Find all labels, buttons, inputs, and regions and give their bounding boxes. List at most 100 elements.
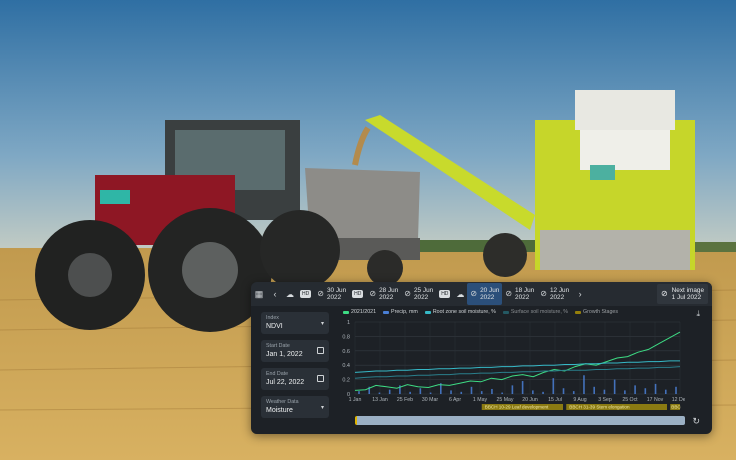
- precip-bar: [552, 378, 555, 394]
- satellite-icon: ⊘: [505, 289, 513, 299]
- index-select[interactable]: Index NDVI ▾: [261, 312, 329, 334]
- precip-bar: [470, 386, 473, 394]
- x-tick-label: 12 Dec: [672, 397, 685, 403]
- legend-item[interactable]: 2021/2021: [343, 309, 376, 315]
- precip-bar: [419, 388, 422, 394]
- precip-bar: [532, 390, 534, 394]
- legend-label: 2021/2021: [351, 309, 377, 315]
- date-day: 30 Jun: [326, 286, 347, 294]
- legend-item[interactable]: Root zone soil moisture, %: [424, 309, 496, 315]
- satellite-monitoring-panel: ▦ ‹ ☁ HD ⊘ 30 Jun 2022 HD ⊘ 28 Jun 2022 ⊘ …: [251, 282, 712, 434]
- legend-label: Surface soil moisture, %: [510, 309, 568, 315]
- chevron-left-icon[interactable]: ‹: [267, 282, 283, 306]
- next-image-date: 1 Jul 2022: [671, 294, 702, 301]
- precip-bar: [429, 392, 432, 394]
- series-line: [354, 331, 681, 391]
- y-tick-label: 0.4: [342, 363, 350, 369]
- weather-data-select[interactable]: Weather Data Moisture ▾: [261, 396, 329, 418]
- image-date-20-jun[interactable]: ⊘ 20 Jun 2022: [467, 283, 503, 305]
- start-date-value: Jan 1, 2022: [266, 351, 303, 358]
- legend-item[interactable]: Growth Stages: [574, 309, 619, 315]
- legend-swatch: [383, 310, 390, 314]
- precip-bar: [644, 388, 647, 394]
- chevron-down-icon: ▾: [320, 405, 324, 411]
- refresh-icon[interactable]: ↻: [692, 416, 700, 427]
- precip-bar: [460, 391, 463, 394]
- legend-item[interactable]: Surface soil moisture, %: [502, 309, 568, 315]
- date-year: 2022: [549, 294, 565, 301]
- precip-bar: [480, 391, 483, 394]
- hd-badge: HD: [300, 290, 312, 298]
- precip-bar: [613, 379, 616, 394]
- y-tick-label: 1: [347, 320, 350, 326]
- legend-label: Growth Stages: [582, 309, 619, 315]
- x-tick-label: 13 Jan: [372, 397, 388, 403]
- precip-bar: [562, 388, 565, 394]
- x-tick-label: 25 May: [496, 397, 513, 403]
- start-date-field[interactable]: Start Date Jan 1, 2022: [261, 340, 329, 362]
- precip-bar: [634, 385, 636, 394]
- date-year: 2022: [379, 294, 394, 301]
- image-date-30-jun[interactable]: ⊘ 30 Jun 2022: [314, 283, 349, 305]
- image-date-25-jun[interactable]: ⊘ 25 Jun 2022: [401, 283, 436, 305]
- growth-stage-label: BBC: [671, 405, 681, 410]
- precip-bar: [583, 375, 585, 394]
- precip-bar: [409, 391, 411, 394]
- satellite-icon: ⊘: [660, 289, 668, 299]
- legend-swatch: [424, 310, 431, 314]
- x-tick-label: 25 Feb: [397, 397, 413, 403]
- weather-data-value: Moisture: [266, 407, 293, 414]
- legend-swatch: [343, 310, 349, 314]
- precip-bar: [378, 392, 381, 394]
- index-label: Index: [266, 315, 279, 321]
- precip-bar: [572, 391, 575, 394]
- chevron-right-icon[interactable]: ›: [572, 282, 588, 306]
- precip-bar: [654, 383, 657, 394]
- x-tick-label: 25 Oct: [622, 397, 638, 403]
- date-day: 18 Jun: [515, 286, 535, 294]
- precip-bar: [511, 385, 514, 394]
- weather-data-label: Weather Data: [266, 399, 299, 405]
- image-date-18-jun[interactable]: ⊘ 18 Jun 2022: [502, 283, 537, 305]
- x-tick-label: 17 Nov: [647, 397, 664, 403]
- y-tick-label: 0.6: [342, 349, 350, 355]
- legend-item[interactable]: Precip, mm: [383, 309, 418, 315]
- start-date-label: Start Date: [266, 343, 290, 349]
- date-day: 25 Jun: [413, 286, 434, 294]
- calendar-icon[interactable]: ▦: [251, 282, 267, 306]
- x-tick-label: 15 Jul: [548, 397, 562, 403]
- calendar-icon[interactable]: [317, 347, 324, 354]
- next-image-label: Next image: [671, 286, 704, 294]
- hd-badge: HD: [439, 290, 451, 298]
- date-year: 2022: [480, 294, 495, 301]
- timeline-scrollbar[interactable]: [355, 416, 685, 425]
- date-year: 2022: [515, 294, 530, 301]
- next-image-button[interactable]: ⊘ Next image 1 Jul 2022: [656, 284, 708, 304]
- series-line: [354, 360, 680, 373]
- x-tick-label: 20 Jun: [522, 397, 538, 403]
- download-icon[interactable]: ⤓: [696, 309, 700, 319]
- cloud-icon: ☁: [286, 289, 294, 299]
- legend-swatch: [574, 310, 581, 314]
- date-year: 2022: [413, 294, 429, 301]
- y-tick-label: 0.8: [342, 334, 350, 340]
- satellite-icon: ⊘: [317, 289, 324, 299]
- image-date-toolbar: ▦ ‹ ☁ HD ⊘ 30 Jun 2022 HD ⊘ 28 Jun 2022 ⊘ …: [251, 282, 712, 306]
- precip-bar: [542, 391, 544, 394]
- index-value: NDVI: [266, 323, 283, 330]
- calendar-icon[interactable]: [317, 375, 324, 382]
- image-date-28-jun[interactable]: ⊘ 28 Jun 2022: [366, 283, 401, 305]
- image-date-12-jun[interactable]: ⊘ 12 Jun 2022: [537, 283, 572, 305]
- precip-bar: [388, 389, 391, 394]
- legend-label: Root zone soil moisture, %: [432, 309, 496, 315]
- satellite-icon: ⊘: [540, 289, 547, 299]
- satellite-icon: ⊘: [470, 289, 478, 299]
- growth-stage-label: BBCH 31-39 Stem elongation: [569, 405, 630, 410]
- series-line: [354, 366, 681, 379]
- end-date-field[interactable]: End Date Jul 22, 2022: [261, 368, 329, 390]
- precip-bar: [593, 386, 595, 394]
- precip-bar: [624, 390, 626, 394]
- end-date-label: End Date: [266, 371, 289, 377]
- x-tick-label: 1 Jan: [349, 397, 362, 403]
- satellite-icon: ⊘: [369, 289, 377, 299]
